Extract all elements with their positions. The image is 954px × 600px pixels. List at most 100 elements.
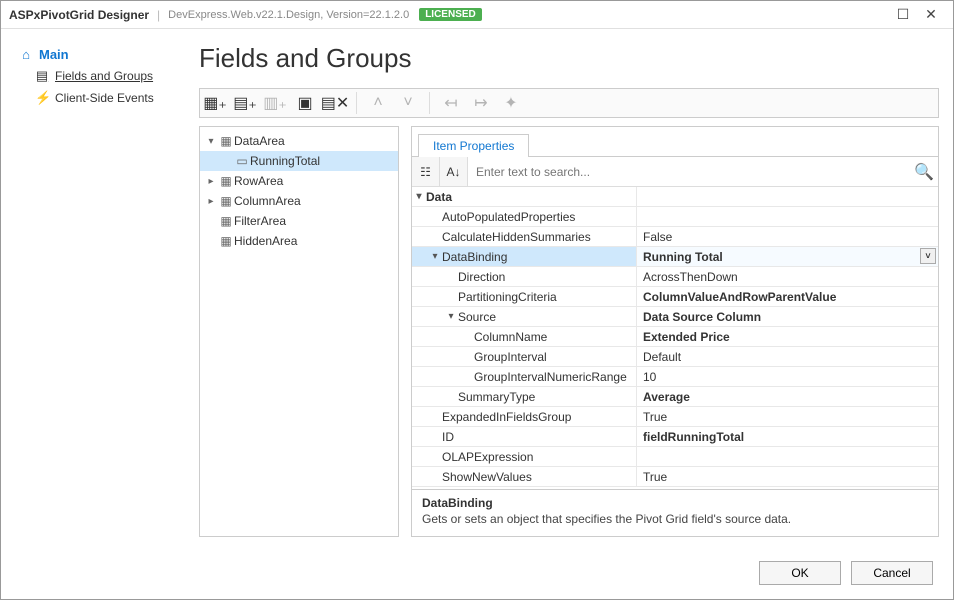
property-value: 10 bbox=[643, 370, 656, 384]
property-expander-icon[interactable]: ▾ bbox=[428, 251, 442, 262]
search-icon[interactable]: 🔍 bbox=[910, 162, 938, 182]
property-row[interactable]: PartitioningCriteriaColumnValueAndRowPar… bbox=[412, 287, 938, 307]
tree-node-label: ColumnArea bbox=[234, 194, 301, 208]
property-row[interactable]: ID fieldRunningTotal bbox=[412, 427, 938, 447]
area-icon: ▦ bbox=[218, 214, 234, 228]
property-name: Data bbox=[426, 190, 452, 204]
maximize-button[interactable]: ☐ bbox=[889, 6, 917, 23]
property-value-cell[interactable]: Average bbox=[637, 387, 938, 406]
tree-node[interactable]: ▦HiddenArea bbox=[200, 231, 398, 251]
property-expander-icon[interactable]: ▾ bbox=[444, 311, 458, 322]
property-value-cell[interactable]: True bbox=[637, 407, 938, 426]
sidebar-item-label: Client-Side Events bbox=[55, 91, 154, 105]
property-name-cell[interactable]: CalculateHiddenSummaries bbox=[412, 227, 637, 246]
categorized-button[interactable]: ☷ bbox=[412, 157, 440, 186]
property-name-cell[interactable]: ID bbox=[412, 427, 637, 446]
property-value: Running Total bbox=[643, 250, 723, 264]
property-name-cell[interactable]: ▾Source bbox=[412, 307, 637, 326]
close-button[interactable]: ✕ bbox=[917, 6, 945, 23]
property-row[interactable]: ▾Source Data Source Column bbox=[412, 307, 938, 327]
property-grid[interactable]: ▾DataAutoPopulatedPropertiesCalculateHid… bbox=[412, 187, 938, 489]
property-value: AcrossThenDown bbox=[643, 270, 738, 284]
property-name-cell[interactable]: ▾DataBinding bbox=[412, 247, 637, 266]
sidebar-item-client-side-events[interactable]: ⚡ Client-Side Events bbox=[15, 87, 185, 109]
property-value-cell[interactable]: AcrossThenDown bbox=[637, 267, 938, 286]
tree-node[interactable]: ▸▦RowArea bbox=[200, 171, 398, 191]
ok-button[interactable]: OK bbox=[759, 561, 841, 585]
property-expander-icon[interactable]: ▾ bbox=[412, 191, 426, 202]
tree-expander-icon[interactable]: ▸ bbox=[204, 196, 218, 207]
tree-expander-icon[interactable]: ▸ bbox=[204, 176, 218, 187]
property-name: ShowNewValues bbox=[442, 470, 532, 484]
sidebar: ⌂ Main ▤ Fields and Groups ⚡ Client-Side… bbox=[15, 43, 185, 537]
property-value-cell[interactable]: fieldRunningTotal bbox=[637, 427, 938, 446]
property-name-cell[interactable]: ExpandedInFieldsGroup bbox=[412, 407, 637, 426]
property-value-cell[interactable]: 10 bbox=[637, 367, 938, 386]
cancel-button[interactable]: Cancel bbox=[851, 561, 933, 585]
property-name-cell[interactable]: ShowNewValues bbox=[412, 467, 637, 486]
app-title: ASPxPivotGrid Designer bbox=[9, 8, 149, 22]
property-row[interactable]: AutoPopulatedProperties bbox=[412, 207, 938, 227]
property-search-input[interactable] bbox=[468, 165, 910, 179]
property-value-cell[interactable]: Extended Price bbox=[637, 327, 938, 346]
tab-item-properties[interactable]: Item Properties bbox=[418, 134, 529, 157]
tree-node[interactable]: ▭RunningTotal bbox=[200, 151, 398, 171]
property-value-cell[interactable]: Default bbox=[637, 347, 938, 366]
property-row[interactable]: ExpandedInFieldsGroupTrue bbox=[412, 407, 938, 427]
property-value-cell[interactable]: ColumnValueAndRowParentValue bbox=[637, 287, 938, 306]
property-row[interactable]: ▾DataBinding Running Total ˅ bbox=[412, 247, 938, 267]
property-row[interactable]: ColumnNameExtended Price bbox=[412, 327, 938, 347]
property-category-row[interactable]: ▾Data bbox=[412, 187, 938, 207]
property-value-cell[interactable]: Running Total ˅ bbox=[637, 247, 938, 266]
sidebar-main[interactable]: ⌂ Main bbox=[15, 43, 185, 65]
property-row[interactable]: SummaryType Average bbox=[412, 387, 938, 407]
property-value-cell[interactable]: False bbox=[637, 227, 938, 246]
sidebar-item-fields-and-groups[interactable]: ▤ Fields and Groups bbox=[15, 65, 185, 87]
wizard-button: ✦ bbox=[498, 91, 524, 115]
property-row[interactable]: Direction AcrossThenDown bbox=[412, 267, 938, 287]
tree-node-label: DataArea bbox=[234, 134, 285, 148]
property-value-cell[interactable]: Data Source Column bbox=[637, 307, 938, 326]
property-row[interactable]: GroupInterval Default bbox=[412, 347, 938, 367]
property-row[interactable]: ShowNewValues True bbox=[412, 467, 938, 487]
property-name-cell[interactable]: OLAPExpression bbox=[412, 447, 637, 466]
property-name-cell[interactable]: Direction bbox=[412, 267, 637, 286]
add-group-button[interactable]: ▤₊ bbox=[232, 91, 258, 115]
delete-button[interactable]: ▤✕ bbox=[322, 91, 348, 115]
property-value-cell[interactable] bbox=[637, 207, 938, 226]
alphabetical-button[interactable]: A↓ bbox=[440, 157, 468, 186]
property-name-cell[interactable]: SummaryType bbox=[412, 387, 637, 406]
add-field-button[interactable]: ▦₊ bbox=[202, 91, 228, 115]
assembly-version: DevExpress.Web.v22.1.Design, Version=22.… bbox=[168, 9, 409, 21]
property-name-cell[interactable]: GroupInterval bbox=[412, 347, 637, 366]
inner-panels: ▾▦DataArea▭RunningTotal▸▦RowArea▸▦Column… bbox=[199, 126, 939, 537]
bolt-icon: ⚡ bbox=[35, 90, 49, 106]
property-name: DataBinding bbox=[442, 250, 507, 264]
property-row[interactable]: CalculateHiddenSummariesFalse bbox=[412, 227, 938, 247]
property-name-cell[interactable]: GroupIntervalNumericRange bbox=[412, 367, 637, 386]
property-name-cell[interactable]: ColumnName bbox=[412, 327, 637, 346]
tree-node[interactable]: ▾▦DataArea bbox=[200, 131, 398, 151]
property-value-cell[interactable]: True bbox=[637, 467, 938, 486]
property-panel: Item Properties ☷ A↓ 🔍 ▾DataAutoPopulate… bbox=[411, 126, 939, 537]
property-name: SummaryType bbox=[458, 390, 535, 404]
property-name-cell[interactable]: PartitioningCriteria bbox=[412, 287, 637, 306]
toolbar-separator bbox=[429, 92, 430, 114]
property-row[interactable]: GroupIntervalNumericRange 10 bbox=[412, 367, 938, 387]
footer: OK Cancel bbox=[1, 551, 953, 599]
property-value: fieldRunningTotal bbox=[643, 430, 744, 444]
property-name-cell[interactable]: AutoPopulatedProperties bbox=[412, 207, 637, 226]
tree-node[interactable]: ▸▦ColumnArea bbox=[200, 191, 398, 211]
tree-expander-icon[interactable]: ▾ bbox=[204, 136, 218, 147]
edit-button[interactable]: ▣ bbox=[292, 91, 318, 115]
field-tree[interactable]: ▾▦DataArea▭RunningTotal▸▦RowArea▸▦Column… bbox=[199, 126, 399, 537]
property-row[interactable]: OLAPExpression bbox=[412, 447, 938, 467]
property-name: GroupInterval bbox=[474, 350, 547, 364]
property-dropdown-button[interactable]: ˅ bbox=[920, 248, 936, 264]
property-value-cell[interactable] bbox=[637, 447, 938, 466]
area-icon: ▦ bbox=[218, 174, 234, 188]
tree-node[interactable]: ▦FilterArea bbox=[200, 211, 398, 231]
property-name-cell[interactable]: ▾Data bbox=[412, 187, 637, 206]
property-value-cell[interactable] bbox=[637, 187, 938, 206]
property-value: Data Source Column bbox=[643, 310, 761, 324]
